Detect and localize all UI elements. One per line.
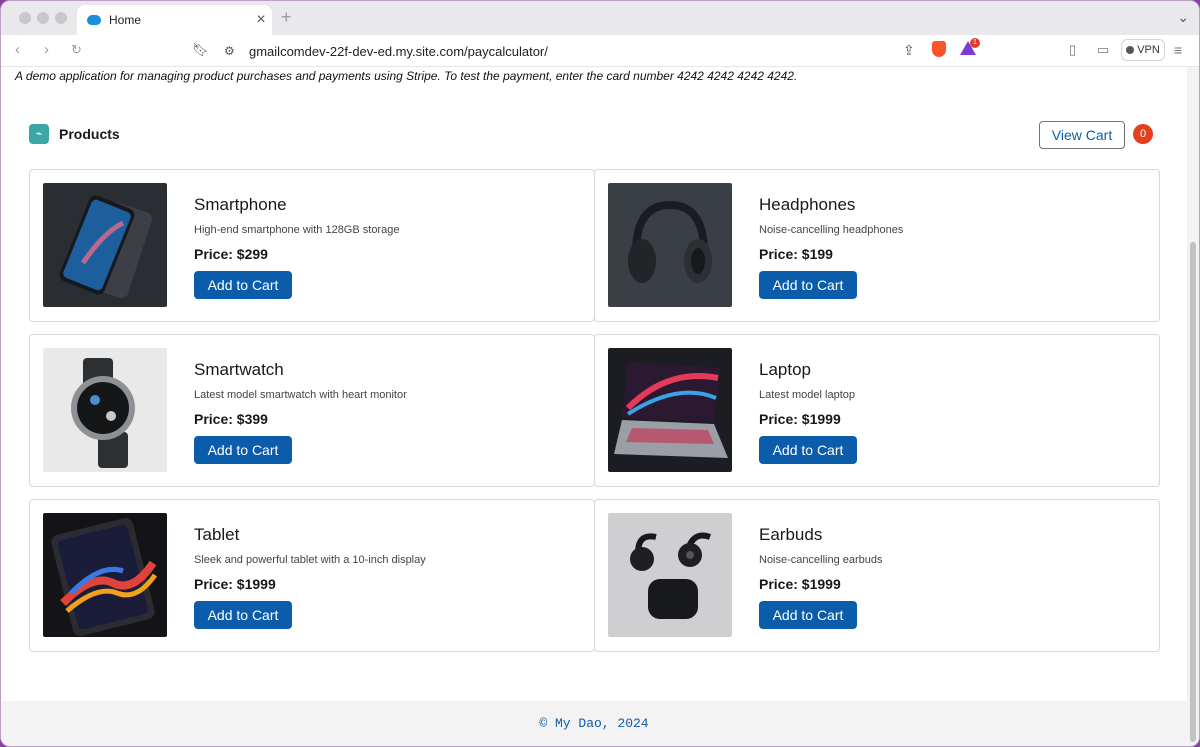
product-price: Price: $299 [194, 246, 268, 262]
product-image [608, 513, 732, 637]
product-price: Price: $1999 [759, 576, 841, 592]
product-card: Smartwatch Latest model smartwatch with … [29, 334, 595, 487]
tab-home[interactable]: Home × [77, 5, 272, 35]
reload-icon[interactable]: ↻ [71, 41, 82, 59]
add-to-cart-button[interactable]: Add to Cart [194, 271, 292, 299]
product-image [43, 513, 167, 637]
product-card: Tablet Sleek and powerful tablet with a … [29, 499, 595, 652]
forward-icon[interactable]: › [44, 41, 49, 59]
product-name: Smartphone [194, 195, 287, 214]
minimize-window-icon[interactable] [37, 12, 49, 24]
browser-toolbar: ‹ › ↻ 🔖︎ ⚙ gmailcomdev-22f-dev-ed.my.sit… [1, 35, 1199, 67]
menu-icon[interactable]: ≡ [1174, 41, 1182, 59]
product-name: Headphones [759, 195, 856, 214]
product-description: Latest model smartwatch with heart monit… [194, 389, 407, 401]
maximize-window-icon[interactable] [55, 12, 67, 24]
page-scrollbar[interactable] [1187, 67, 1199, 746]
site-settings-icon[interactable]: ⚙ [224, 42, 235, 60]
browser-window: Home × + ⌄ ‹ › ↻ 🔖︎ ⚙ gmailcomdev-22f-de… [0, 0, 1200, 747]
product-description: Latest model laptop [759, 389, 856, 401]
product-name: Earbuds [759, 525, 823, 544]
product-description: Sleek and powerful tablet with a 10-inch… [194, 554, 426, 566]
back-icon[interactable]: ‹ [15, 41, 20, 59]
product-description: Noise-cancelling earbuds [759, 554, 883, 566]
brave-shields-icon[interactable] [932, 41, 946, 57]
sidebar-icon[interactable]: ▯ [1069, 41, 1076, 59]
products-title: Products [59, 126, 120, 142]
add-to-cart-button[interactable]: Add to Cart [759, 436, 857, 464]
page-content: A demo application for managing product … [1, 67, 1187, 746]
product-description: High-end smartphone with 128GB storage [194, 224, 400, 236]
product-price: Price: $199 [759, 246, 833, 262]
product-description: Noise-cancelling headphones [759, 224, 904, 236]
bookmark-icon[interactable]: 🔖︎ [192, 41, 209, 59]
product-price: Price: $1999 [194, 576, 276, 592]
product-image [43, 183, 167, 307]
tab-close-icon[interactable]: × [250, 12, 272, 28]
product-name: Smartwatch [194, 360, 284, 379]
new-tab-button[interactable]: + [281, 7, 292, 28]
wallet-icon[interactable]: ▭ [1097, 41, 1109, 59]
tab-strip: Home × + ⌄ [1, 1, 1199, 35]
view-cart-button[interactable]: View Cart [1039, 121, 1125, 149]
share-icon[interactable]: ⇪ [903, 42, 915, 59]
products-icon: ⌁ [29, 124, 49, 144]
scrollbar-thumb[interactable] [1190, 242, 1196, 742]
product-name: Laptop [759, 360, 811, 379]
vpn-status-icon [1126, 46, 1135, 54]
add-to-cart-button[interactable]: Add to Cart [759, 601, 857, 629]
cart-count-badge: 0 [1133, 124, 1153, 144]
chevron-down-icon[interactable]: ⌄ [1177, 9, 1189, 26]
product-name: Tablet [194, 525, 240, 544]
footer-text: © My Dao, 2024 [539, 716, 649, 731]
product-price: Price: $399 [194, 411, 268, 427]
salesforce-cloud-icon [87, 15, 101, 25]
product-price: Price: $1999 [759, 411, 841, 427]
product-card: Smartphone High-end smartphone with 128G… [29, 169, 595, 322]
url-text[interactable]: gmailcomdev-22f-dev-ed.my.site.com/payca… [249, 44, 548, 59]
vpn-button[interactable]: VPN [1121, 39, 1165, 61]
app-description: A demo application for managing product … [15, 69, 798, 83]
product-image [43, 348, 167, 472]
product-card: Earbuds Noise-cancelling earbuds Price: … [594, 499, 1160, 652]
page-footer: © My Dao, 2024 [1, 701, 1187, 746]
add-to-cart-button[interactable]: Add to Cart [194, 436, 292, 464]
vpn-label: VPN [1137, 44, 1160, 56]
product-image [608, 348, 732, 472]
products-header: ⌁ Products [29, 124, 120, 144]
close-window-icon[interactable] [19, 12, 31, 24]
add-to-cart-button[interactable]: Add to Cart [194, 601, 292, 629]
tab-title: Home [109, 13, 142, 27]
product-image [608, 183, 732, 307]
product-card: Laptop Latest model laptop Price: $1999 … [594, 334, 1160, 487]
address-bar[interactable]: ⚙ gmailcomdev-22f-dev-ed.my.site.com/pay… [216, 38, 982, 64]
add-to-cart-button[interactable]: Add to Cart [759, 271, 857, 299]
product-card: Headphones Noise-cancelling headphones P… [594, 169, 1160, 322]
rewards-badge: 1 [970, 38, 980, 48]
